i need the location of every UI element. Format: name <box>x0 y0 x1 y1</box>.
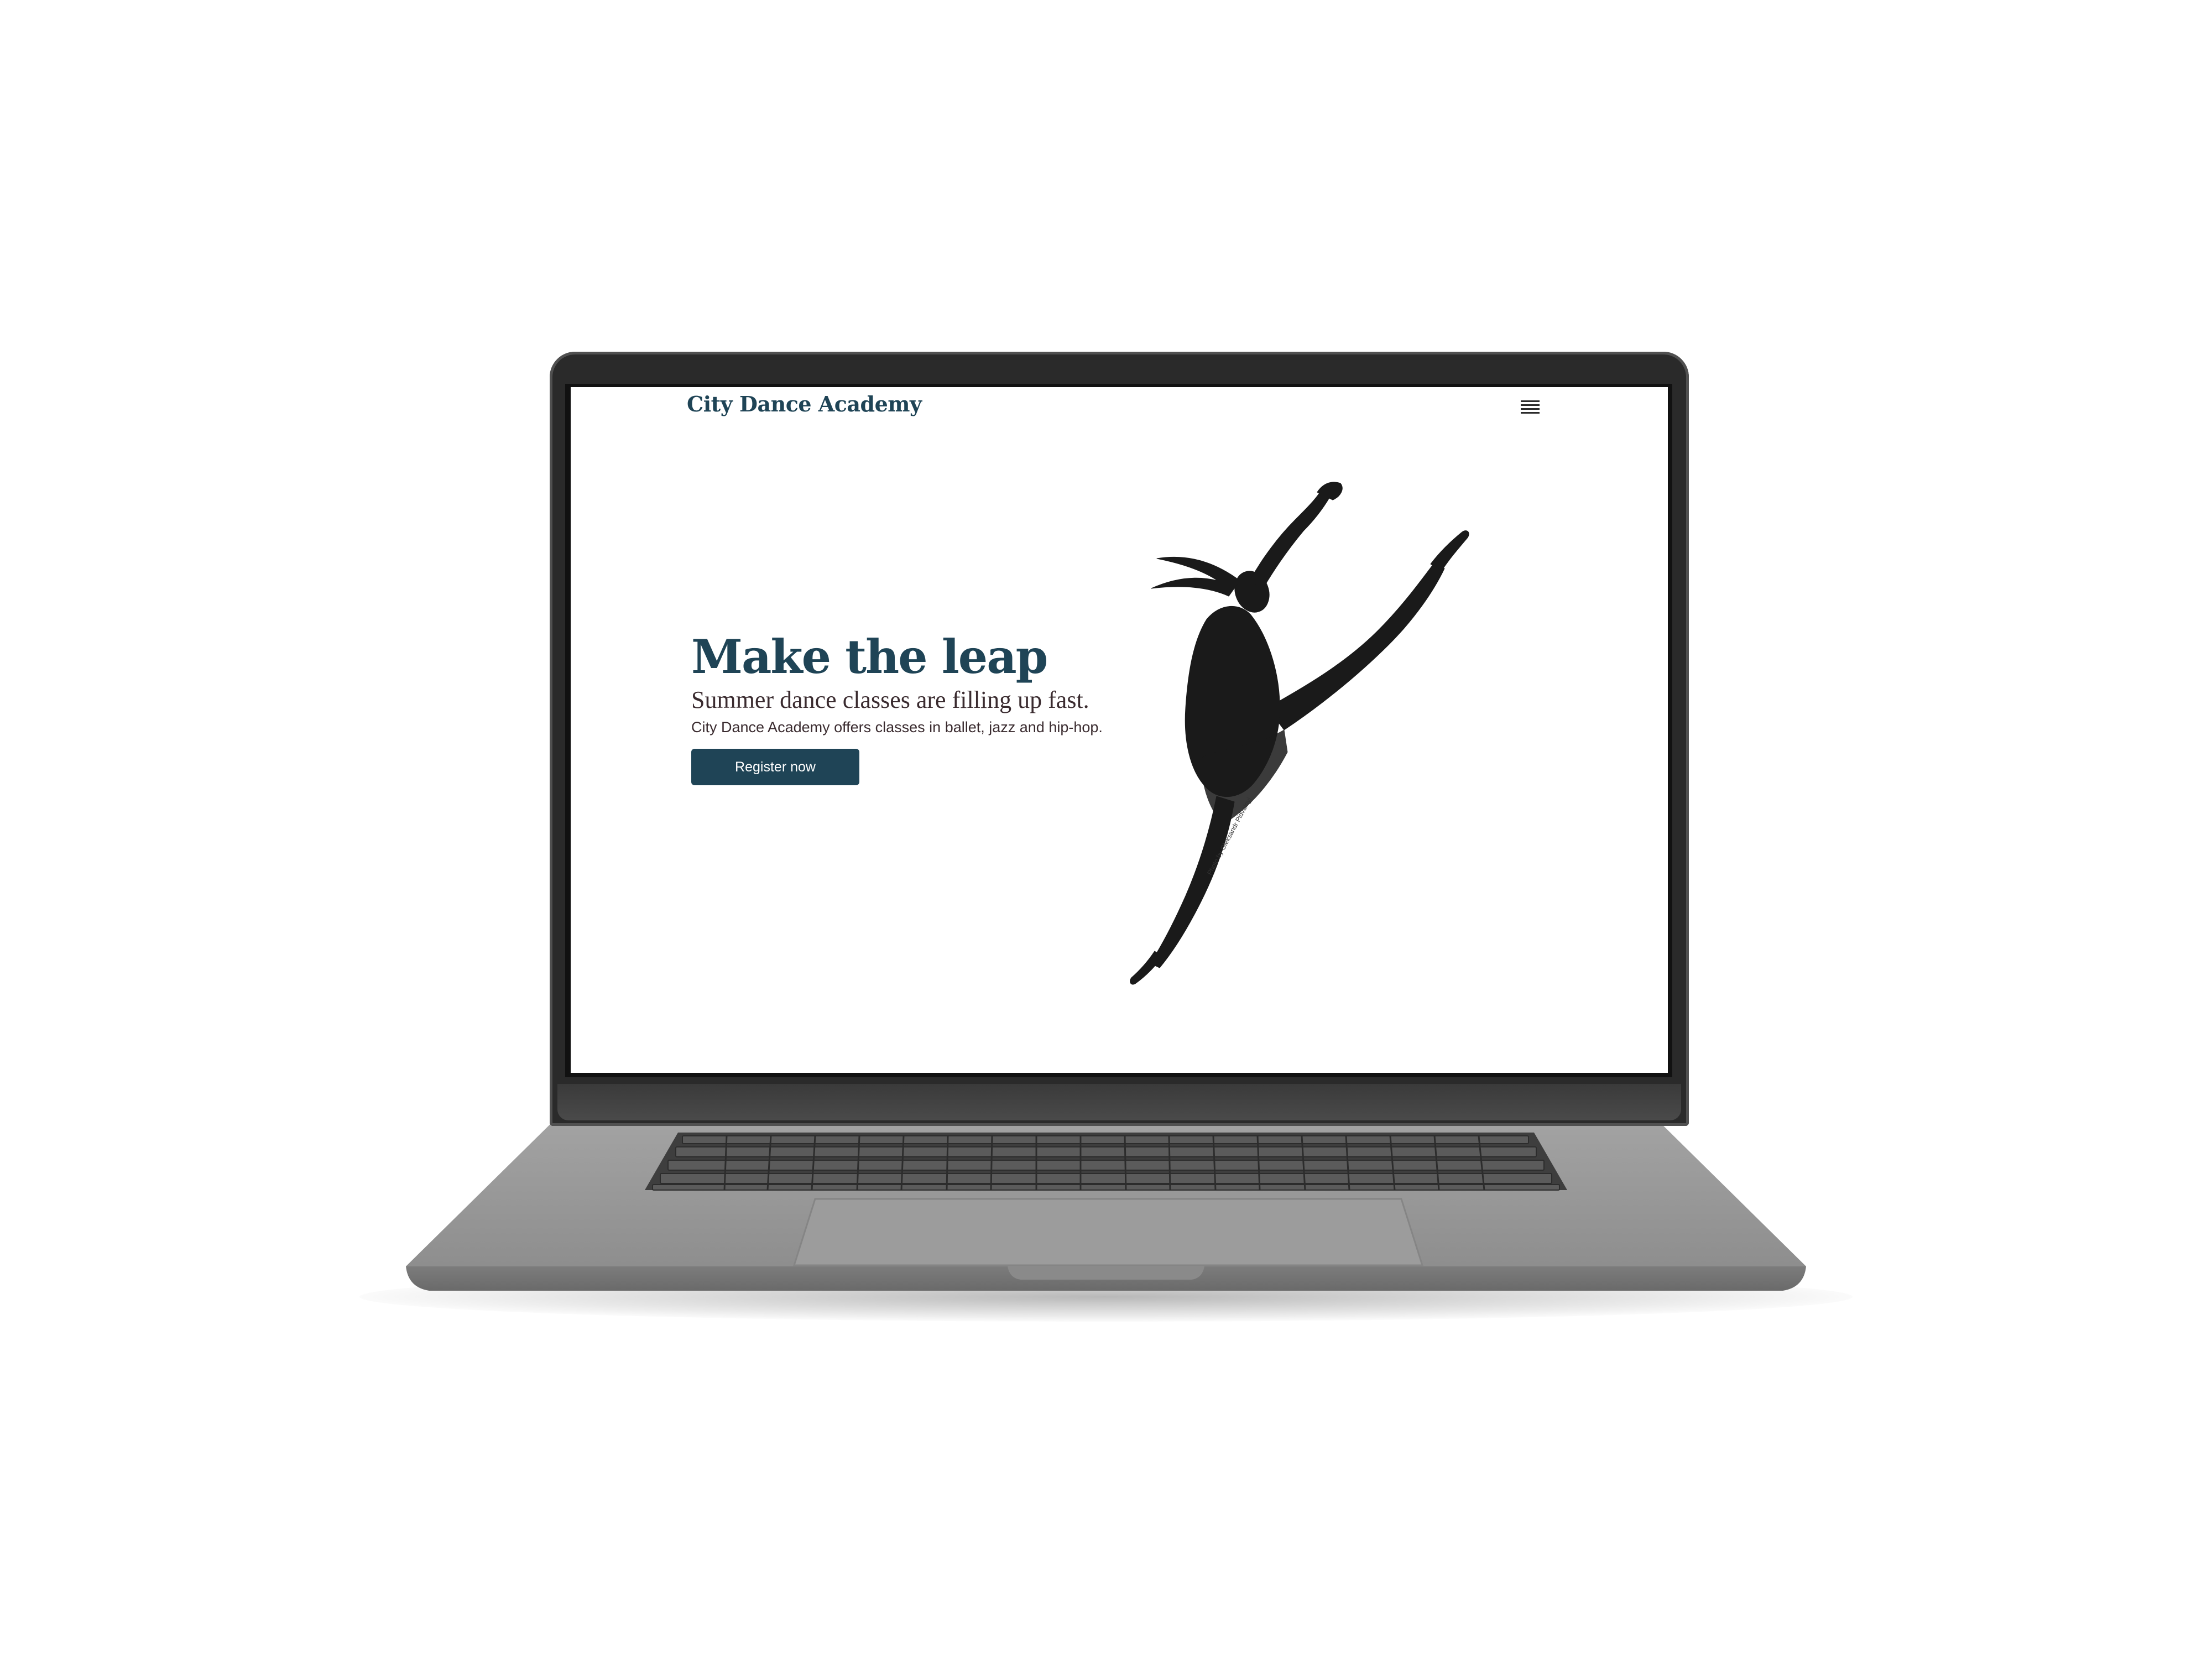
mockup-stage: City Dance Academy Make the leap Summer … <box>0 0 2212 1659</box>
hero-body: City Dance Academy offers classes in bal… <box>691 719 1103 735</box>
browser-viewport: City Dance Academy Make the leap Summer … <box>571 387 1668 1073</box>
site-brand[interactable]: City Dance Academy <box>687 392 922 416</box>
keyboard <box>645 1133 1567 1191</box>
hero-title: Make the leap <box>691 629 1048 684</box>
laptop-hinge <box>557 1084 1681 1120</box>
hero-subtitle: Summer dance classes are filling up fast… <box>691 686 1089 713</box>
trackpad <box>792 1198 1424 1266</box>
laptop-base <box>406 1118 1806 1291</box>
hamburger-menu-icon[interactable] <box>1521 399 1540 416</box>
register-button[interactable]: Register now <box>691 749 859 785</box>
dancer-leap-photo <box>1130 482 1469 985</box>
